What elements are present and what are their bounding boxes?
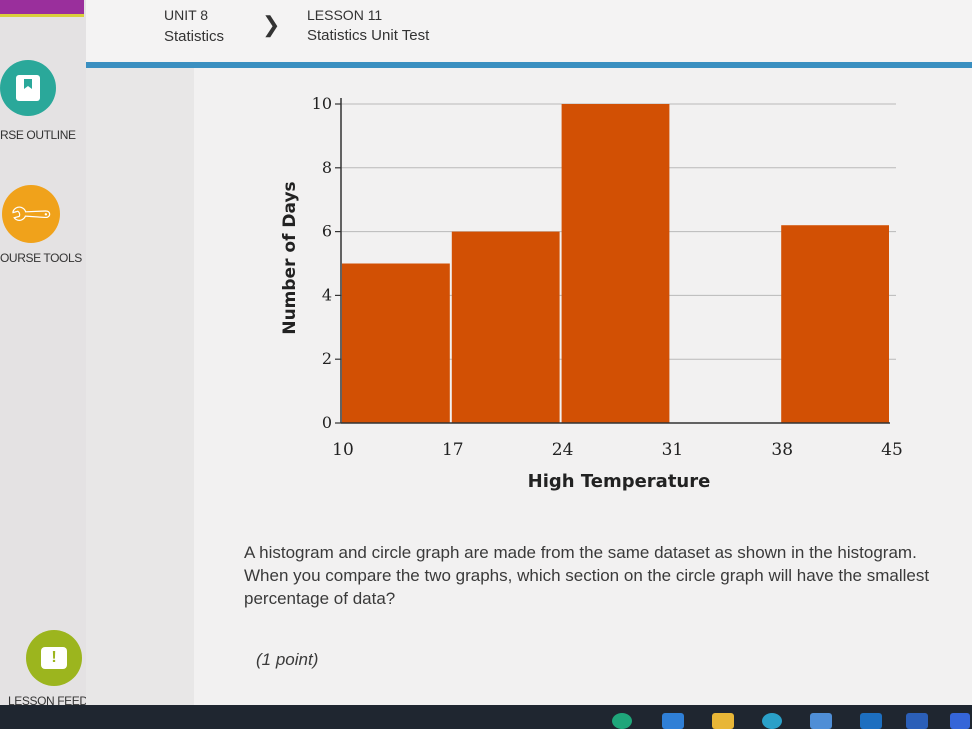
- word-icon[interactable]: [906, 713, 928, 729]
- onenote-icon[interactable]: [950, 713, 970, 729]
- question-points: (1 point): [256, 650, 319, 669]
- store-icon[interactable]: [860, 713, 882, 729]
- y-tick-label: 0: [322, 413, 332, 432]
- chrome-icon[interactable]: [612, 713, 632, 729]
- folder-icon[interactable]: [712, 713, 734, 729]
- histogram-chart: 024681010 17 24 31 38 45 High Temperature Num…: [280, 94, 903, 492]
- teams-icon[interactable]: [810, 713, 832, 729]
- x-tick-label: 24: [552, 440, 574, 460]
- browser-icon[interactable]: [762, 713, 782, 729]
- histogram-bar: [342, 263, 450, 423]
- y-tick-label: 6: [322, 222, 332, 241]
- edge-icon[interactable]: [662, 713, 684, 729]
- y-tick-label: 2: [322, 349, 332, 368]
- x-tick-label: 10: [332, 440, 354, 460]
- histogram-bar: [451, 231, 560, 423]
- x-axis-label: High Temperature: [528, 471, 711, 492]
- x-tick-label: 31: [662, 440, 684, 460]
- histogram-bar: [781, 225, 889, 423]
- x-tick-label: 38: [771, 440, 793, 460]
- y-tick-label: 8: [322, 158, 332, 177]
- x-tick-label: 17: [442, 440, 464, 460]
- x-tick-label: 45: [881, 440, 903, 460]
- y-axis-label: Number of Days: [280, 181, 300, 334]
- y-tick-label: 4: [322, 285, 332, 304]
- question-text: A histogram and circle graph are made fr…: [244, 543, 930, 608]
- y-tick-label: 10: [312, 94, 332, 113]
- histogram-bar: [561, 104, 670, 423]
